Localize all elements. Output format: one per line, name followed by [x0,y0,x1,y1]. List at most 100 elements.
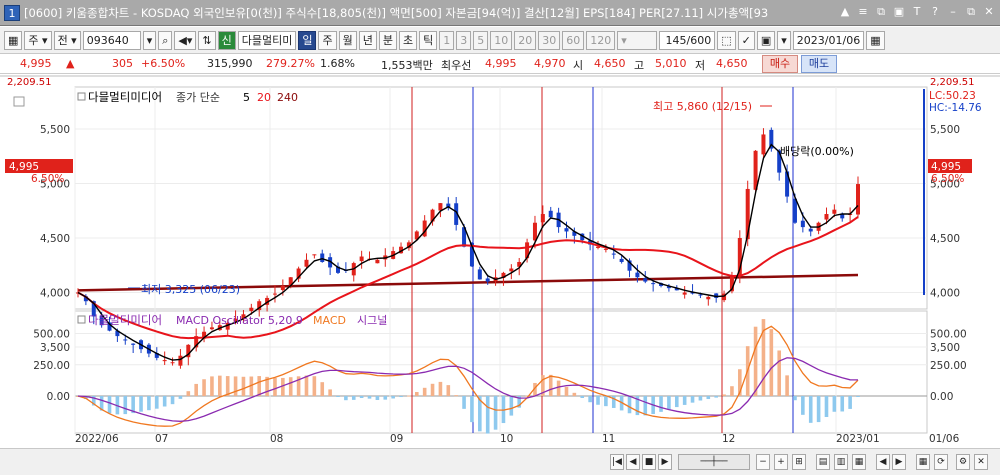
zoom-slider[interactable]: ──┼── [678,454,750,470]
chart-icon-1[interactable]: ▤ [816,454,830,470]
candle-body [532,222,537,241]
osc-bar [801,396,805,415]
legend-checkbox[interactable] [77,92,86,101]
price-tick-right: 5,500 [930,124,960,136]
tool-icon-2[interactable]: ✓ [737,30,755,50]
interval-5[interactable]: 5 [473,30,489,50]
market-select[interactable]: 전 ▾ [53,30,81,50]
count-input[interactable]: 145/600 [659,30,716,50]
collapse-icon[interactable]: ▲ [838,4,852,20]
zoom-out-icon[interactable]: − [756,454,770,470]
osc-bar [107,396,112,414]
zoom-in-icon[interactable]: + [774,454,788,470]
restore-icon[interactable]: ⧉ [964,4,978,20]
scroll-next-icon[interactable]: ▶ [658,454,672,470]
candle-body [312,254,317,256]
osc-bar [808,396,813,423]
osc-bar [304,375,309,396]
sell-button[interactable]: 매도 [801,55,837,73]
high-label: 고 [634,59,645,72]
speaker-icon[interactable]: ◀▾ [174,30,197,50]
interval-30[interactable]: 30 [538,30,561,50]
window-number-badge: 1 [4,4,20,21]
candle-body [509,268,514,272]
tool-icon-3[interactable]: ▾ [777,30,791,50]
text-icon[interactable]: T [910,4,924,20]
chart-type-select[interactable]: 주 ▾ [24,30,52,50]
nav-next-icon[interactable]: ▶ [892,454,906,470]
link-icon[interactable]: ⇅ [198,30,216,50]
candle-body [540,214,545,223]
help-icon[interactable]: ? [928,4,942,20]
best-quote-label: 최우선 [441,59,472,72]
buy-button[interactable]: 매수 [762,55,798,73]
refresh-icon[interactable]: ⟳ [934,454,948,470]
osc-bar [856,396,860,397]
minimize-icon[interactable]: – [946,4,960,20]
candle-body [123,339,128,341]
save-window-icon[interactable]: ▣ [892,4,906,20]
stock-name-field[interactable]: 다믈멀티미 [237,30,297,50]
legend-ma240: 240 [277,91,298,104]
price-tick-right: 3,500 [930,342,960,354]
period-year[interactable]: 년 [358,30,377,50]
window-title: [0600] 키움종합차트 - KOSDAQ 외국인보유[0(천)] 주식수[1… [24,5,769,20]
search-icon[interactable]: ⌕ [158,30,173,50]
fit-icon[interactable]: ⊞ [792,454,806,470]
osc-bar [178,396,183,399]
osc-bar [430,383,435,396]
stock-code-input[interactable]: 093640 [82,30,141,50]
osc-bar [588,396,592,403]
period-second[interactable]: 초 [398,30,418,50]
candle-body [682,292,687,295]
close-icon[interactable]: ✕ [982,4,996,20]
stock-chart[interactable]: 5,500 5,5005,000 5,0004,500 4,5004,000 4,000… [0,75,1000,448]
interval-input[interactable]: ▾ [617,30,658,50]
osc-bar [218,375,222,396]
legend-ma20: 20 [257,91,271,104]
volume-ratio: 279.27% [266,57,315,70]
legend-stock-name: 다믈멀티미디어 [88,90,162,104]
period-week[interactable]: 주 [318,30,337,50]
period-day[interactable]: 일 [298,30,317,50]
price-tick-left: 4,000 [40,288,70,300]
chart-icon-3[interactable]: ▦ [852,454,866,470]
interval-10[interactable]: 10 [490,30,513,50]
scroll-stop-icon[interactable]: ■ [642,454,656,470]
interval-120[interactable]: 120 [586,30,616,50]
osc-bar [793,396,797,401]
candle-body [320,253,325,262]
settings-icon[interactable]: ⚙ [956,454,970,470]
interval-60[interactable]: 60 [562,30,585,50]
calendar-icon[interactable]: ▦ [866,30,885,50]
interval-3[interactable]: 3 [456,30,472,50]
interval-20[interactable]: 20 [514,30,537,50]
candle-body [564,228,569,232]
osc-bar [580,396,585,398]
tool-icon-1[interactable]: ⬚ [717,30,736,50]
macd-legend-checkbox[interactable] [77,315,86,324]
table-icon[interactable]: ▦ [916,454,930,470]
period-minute[interactable]: 분 [378,30,397,50]
macd-tick-left: 250.00 [33,360,70,372]
best-bid-1: 4,995 [485,57,517,70]
interval-1[interactable]: 1 [439,30,455,50]
tile-icon[interactable]: ⧉ [874,4,888,20]
osc-bar [233,376,238,396]
period-month[interactable]: 월 [338,30,357,50]
code-dropdown-icon[interactable]: ▾ [142,30,157,50]
scroll-prev-icon[interactable]: ◀ [626,454,640,470]
chart-icon-2[interactable]: ▥ [834,454,848,470]
grid-icon[interactable]: ▦ [4,30,23,50]
date-input[interactable]: 2023/01/06 [792,30,865,50]
menu-icon[interactable]: ≡ [856,4,870,20]
osc-bar [312,376,317,396]
nav-prev-icon[interactable]: ◀ [876,454,890,470]
close-pane-icon[interactable]: ✕ [974,454,988,470]
disk-icon[interactable]: ▣ [756,30,776,50]
candle-body [178,355,183,366]
period-tick[interactable]: 틱 [419,30,438,50]
scroll-first-icon[interactable]: |◀ [610,454,624,470]
osc-bar [572,392,577,396]
osc-bar [154,396,159,409]
